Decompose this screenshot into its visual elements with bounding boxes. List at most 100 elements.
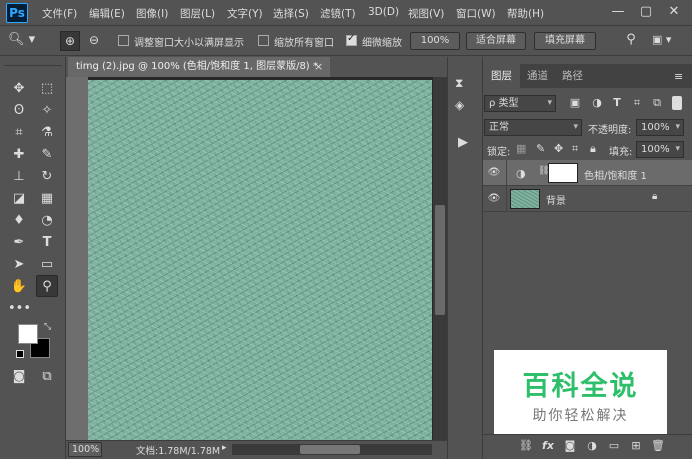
scrubby-zoom-checkbox[interactable] <box>346 33 357 46</box>
type-tool-icon[interactable]: T <box>36 232 58 254</box>
status-arrow-icon[interactable]: ▸ <box>222 443 227 453</box>
new-layer-icon[interactable]: ⊞ <box>628 438 644 454</box>
delete-layer-icon[interactable]: 🗑︎ <box>650 438 666 454</box>
tab-channels[interactable]: 通道 <box>519 64 556 88</box>
edit-toolbar-icon[interactable]: ••• <box>8 298 31 320</box>
hand-tool-icon[interactable]: ✋ <box>8 276 30 298</box>
zoom-tool-icon[interactable]: ⚲ <box>36 275 58 297</box>
panel-dock <box>447 57 483 459</box>
eye-icon[interactable]: 👁︎ <box>487 166 501 180</box>
actions-play-icon[interactable]: ▶ <box>458 135 468 150</box>
panel-menu-icon[interactable]: ≡ <box>674 70 683 83</box>
dodge-tool-icon[interactable]: ◔ <box>36 210 58 232</box>
properties-panel-icon[interactable]: ◈ <box>455 98 464 112</box>
eraser-icon[interactable]: ◪ <box>8 188 30 210</box>
close-button[interactable]: ✕ <box>662 3 686 21</box>
move-tool-icon[interactable]: ✥ <box>8 78 30 100</box>
menu-layer[interactable]: 图层(L) <box>180 6 215 21</box>
gradient-tool-icon[interactable]: ▦ <box>36 188 58 210</box>
fill-field[interactable]: 100% <box>636 141 684 158</box>
filter-shape-icon[interactable]: ⌗ <box>630 96 644 110</box>
layer-name[interactable]: 色相/饱和度 1 <box>584 167 647 182</box>
menu-filter[interactable]: 滤镜(T) <box>320 6 356 21</box>
search-icon[interactable]: ⚲ <box>622 32 640 50</box>
scrubby-zoom-label: 细微缩放 <box>362 38 402 49</box>
layer-style-icon[interactable]: fx <box>540 438 556 454</box>
opacity-label: 不透明度: <box>588 125 632 136</box>
filter-adjustment-icon[interactable]: ◑ <box>590 96 604 110</box>
restore-button[interactable]: ▢ <box>634 3 658 21</box>
lock-position-icon[interactable]: ✥ <box>554 142 563 155</box>
lock-artboard-icon[interactable]: ⌗ <box>572 142 578 156</box>
zoom-tool-preset-icon[interactable]: 🔍︎ ▾ <box>8 32 42 50</box>
filter-type-icon[interactable]: T <box>610 96 624 110</box>
blend-mode-dropdown[interactable]: 正常 <box>484 119 582 136</box>
zoom-100-button[interactable]: 100% <box>410 32 460 50</box>
healing-brush-icon[interactable]: ✚ <box>8 144 30 166</box>
quick-mask-icon[interactable]: ◙ <box>8 366 30 388</box>
menu-select[interactable]: 选择(S) <box>273 6 309 21</box>
fill-screen-button[interactable]: 填充屏幕 <box>534 32 596 50</box>
menu-image[interactable]: 图像(I) <box>136 6 168 21</box>
new-adjustment-icon[interactable]: ◑ <box>584 438 600 454</box>
blur-tool-icon[interactable]: ♦ <box>8 210 30 232</box>
lasso-tool-icon[interactable]: ʘ <box>8 100 30 122</box>
adjustment-layer-icon: ◑ <box>516 167 526 180</box>
path-selection-icon[interactable]: ➤ <box>8 254 30 276</box>
add-mask-icon[interactable]: ◙ <box>562 438 578 454</box>
history-brush-icon[interactable]: ↻ <box>36 166 58 188</box>
eye-icon[interactable]: 👁︎ <box>487 192 501 206</box>
opacity-field[interactable]: 100% <box>636 119 684 136</box>
new-group-icon[interactable]: ▭ <box>606 438 622 454</box>
eyedropper-icon[interactable]: ⚗ <box>36 122 58 144</box>
rectangle-tool-icon[interactable]: ▭ <box>36 254 58 276</box>
document-tab-close-icon[interactable]: × <box>314 60 323 73</box>
marquee-tool-icon[interactable]: ⬚ <box>36 78 58 100</box>
menu-3d[interactable]: 3D(D) <box>368 6 399 18</box>
crop-tool-icon[interactable]: ⌗ <box>8 122 30 144</box>
workspace-switcher-icon[interactable]: ▣ ▾ <box>652 33 682 49</box>
lock-all-icon[interactable]: 🔒︎ <box>590 142 596 156</box>
resize-windows-checkbox[interactable] <box>118 35 129 46</box>
filter-smart-object-icon[interactable]: ⧉ <box>650 96 664 110</box>
fit-screen-button[interactable]: 适合屏幕 <box>466 32 526 50</box>
layer-thumbnail[interactable] <box>510 189 540 209</box>
menu-window[interactable]: 窗口(W) <box>456 6 496 21</box>
vertical-scroll-thumb[interactable] <box>435 205 445 315</box>
tab-paths[interactable]: 路径 <box>554 64 591 88</box>
screen-mode-icon[interactable]: ⧉ <box>36 366 58 388</box>
menu-file[interactable]: 文件(F) <box>42 6 77 21</box>
pen-tool-icon[interactable]: ✒ <box>8 232 30 254</box>
history-panel-icon[interactable]: ⧗ <box>455 76 463 91</box>
menu-edit[interactable]: 编辑(E) <box>89 6 125 21</box>
filter-toggle-switch[interactable] <box>672 96 682 110</box>
menu-type[interactable]: 文字(Y) <box>227 6 263 21</box>
minimize-button[interactable]: — <box>606 3 630 21</box>
layer-mask-thumbnail[interactable] <box>548 163 578 183</box>
horizontal-scroll-thumb[interactable] <box>300 445 360 454</box>
menu-view[interactable]: 视图(V) <box>408 6 444 21</box>
photoshop-logo: Ps <box>6 3 28 23</box>
tab-layers[interactable]: 图层 <box>483 64 520 88</box>
foreground-color-swatch[interactable] <box>18 324 38 344</box>
magic-wand-icon[interactable]: ✧ <box>36 100 58 122</box>
watermark-title: 百科全说 <box>522 371 639 402</box>
zoom-out-icon[interactable]: ⊖ <box>84 31 104 51</box>
default-colors-icon[interactable] <box>16 350 24 358</box>
swap-colors-icon[interactable]: ⤡ <box>44 322 51 332</box>
lock-transparency-icon[interactable]: ▦ <box>516 142 526 155</box>
lock-pixels-icon[interactable]: ✎ <box>536 142 545 155</box>
clone-stamp-icon[interactable]: ⊥ <box>8 166 30 188</box>
brush-tool-icon[interactable]: ✎ <box>36 144 58 166</box>
zoom-all-windows-checkbox[interactable] <box>258 35 269 46</box>
layer-filter-dropdown[interactable]: ρ 类型 <box>484 95 556 112</box>
zoom-in-icon[interactable]: ⊕ <box>60 31 80 51</box>
link-layers-icon[interactable]: ⛓ <box>518 438 534 454</box>
document-tab[interactable]: timg (2).jpg @ 100% (色相/饱和度 1, 图层蒙版/8) * <box>68 57 330 77</box>
toolbar-grip[interactable] <box>4 60 62 66</box>
zoom-level-field[interactable]: 100% <box>68 442 102 457</box>
layer-name[interactable]: 背景 <box>546 192 566 207</box>
menu-help[interactable]: 帮助(H) <box>507 6 544 21</box>
filter-pixel-icon[interactable]: ▣ <box>568 96 582 110</box>
canvas-image[interactable] <box>88 80 432 440</box>
